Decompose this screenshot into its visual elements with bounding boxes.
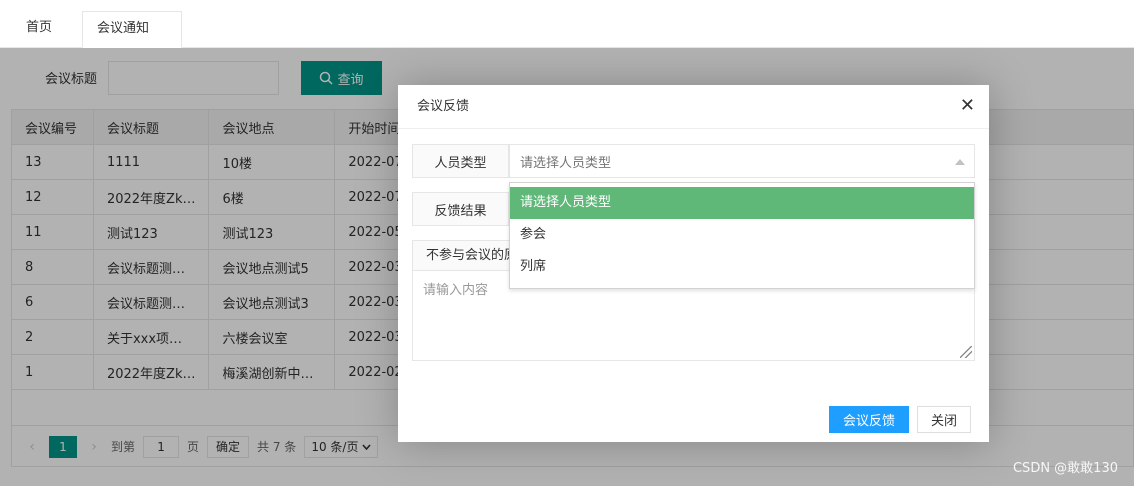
resize-handle-icon[interactable] (960, 346, 972, 358)
close-icon[interactable]: ✕ (960, 97, 975, 115)
tab-bar: 首页 会议通知 × (0, 0, 1134, 70)
watermark: CSDN @敢敢130 (1012, 461, 1118, 476)
person-type-placeholder: 请选择人员类型 (520, 155, 612, 171)
meeting-feedback-dialog: 会议反馈 ✕ 人员类型 请选择人员类型 反馈结果 请选择人员类型 参会 列席 不… (398, 85, 989, 442)
person-type-dropdown: 请选择人员类型 参会 列席 (509, 182, 975, 289)
dropdown-option[interactable]: 参会 (510, 219, 974, 251)
caret-up-icon (955, 159, 965, 165)
tab-meeting-notice-label: 会议通知 (97, 21, 150, 36)
dialog-title: 会议反馈 (398, 85, 989, 129)
close-dialog-button[interactable]: 关闭 (917, 406, 971, 433)
tab-meeting-notice[interactable]: 会议通知 × (82, 11, 182, 70)
person-type-select[interactable]: 请选择人员类型 (509, 144, 975, 178)
tab-home-label: 首页 (26, 20, 53, 35)
person-type-label: 人员类型 (412, 144, 509, 178)
dropdown-option[interactable]: 列席 (510, 251, 974, 283)
dropdown-option[interactable]: 请选择人员类型 (510, 187, 974, 219)
tab-home[interactable]: 首页 (12, 11, 66, 48)
feedback-result-label: 反馈结果 (412, 192, 509, 226)
submit-feedback-button[interactable]: 会议反馈 (829, 406, 909, 433)
